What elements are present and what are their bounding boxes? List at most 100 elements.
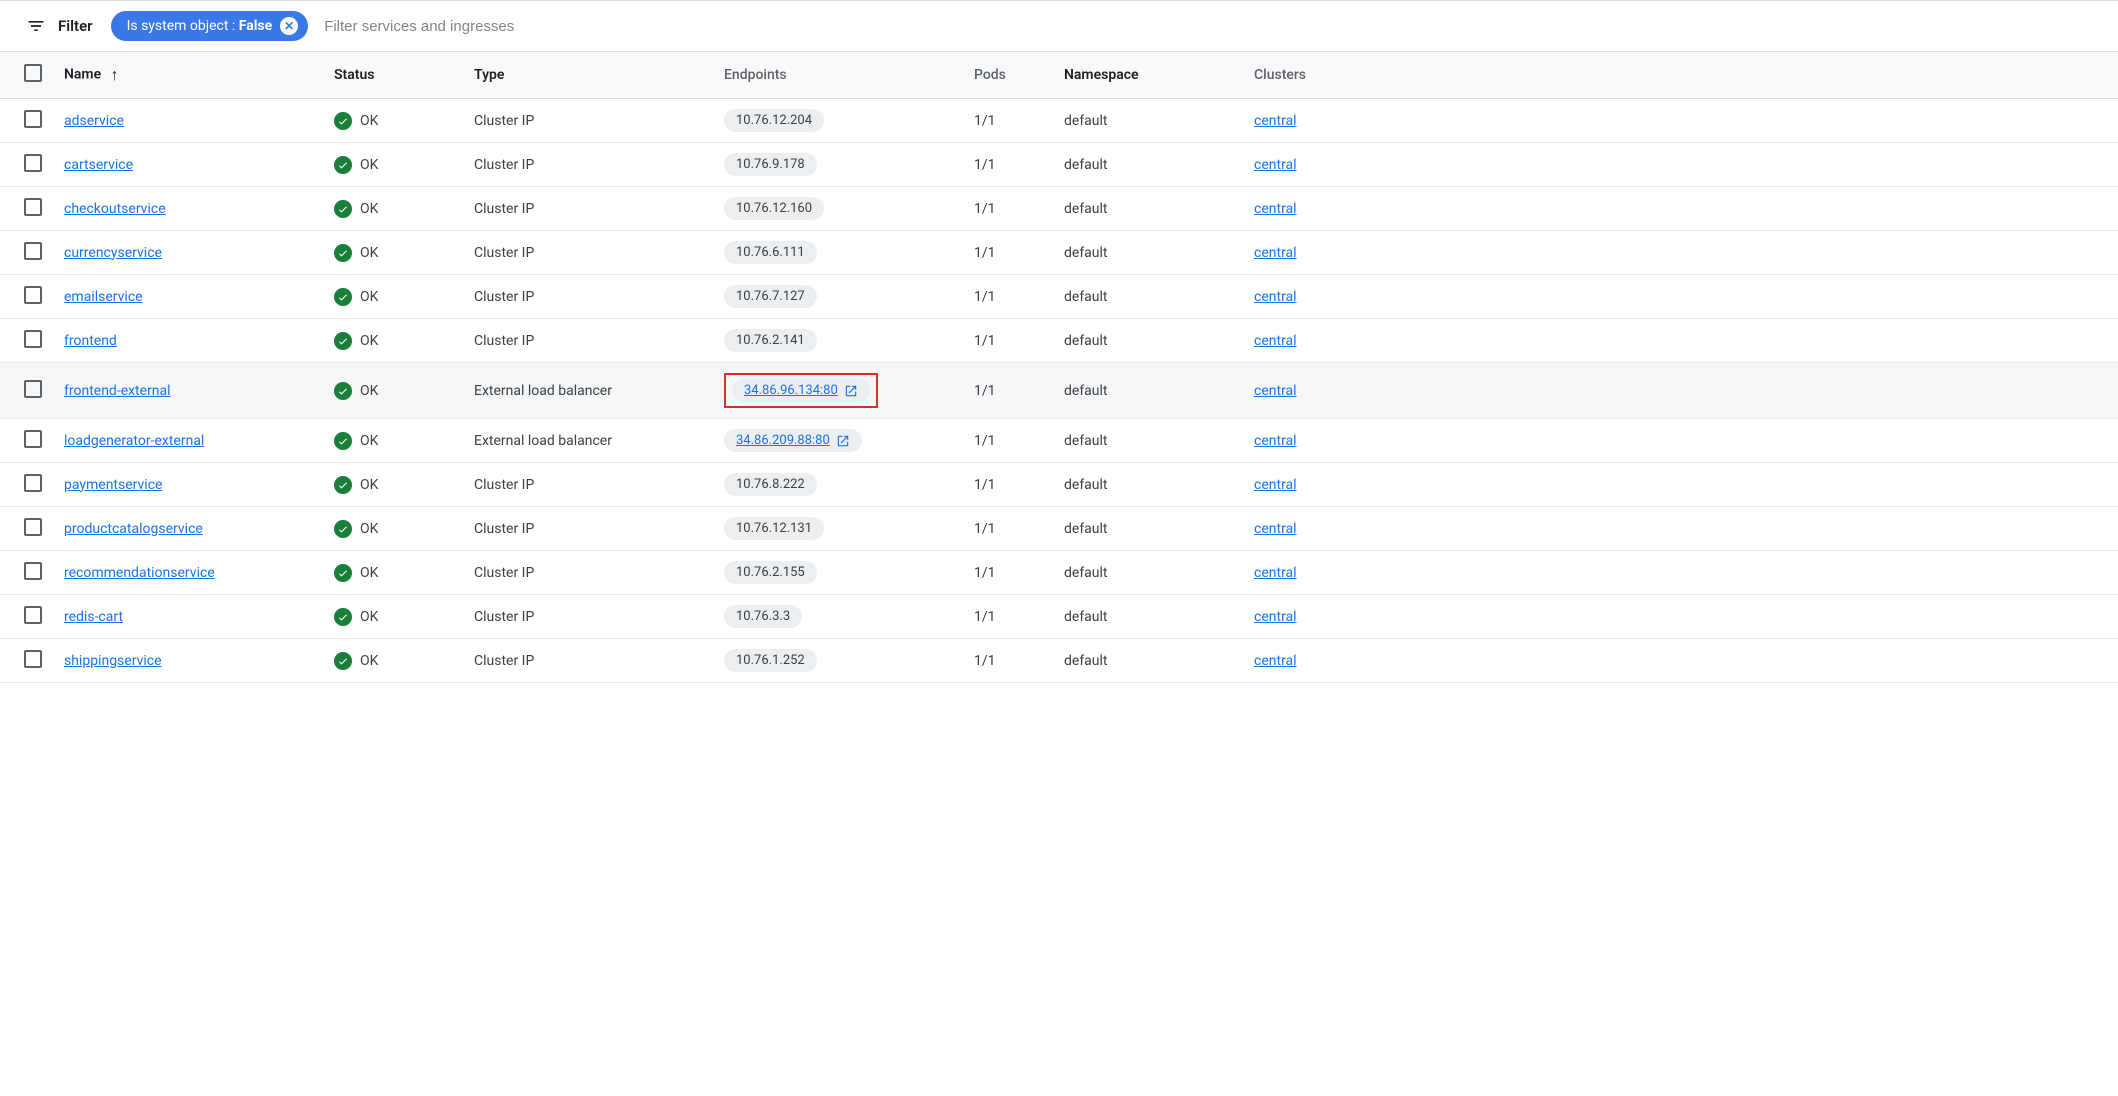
endpoint-pill: 10.76.12.160 [724,197,824,220]
column-header-endpoints[interactable]: Endpoints [714,52,964,99]
service-name-link[interactable]: currencyservice [64,245,162,261]
cluster-link[interactable]: central [1254,653,1297,669]
pods-count: 1/1 [964,99,1054,143]
service-name-link[interactable]: frontend-external [64,383,171,399]
check-circle-icon [334,112,352,130]
service-type: Cluster IP [464,319,714,363]
table-row: recommendationserviceOKCluster IP10.76.2… [0,551,2118,595]
namespace: default [1054,595,1244,639]
row-checkbox[interactable] [24,330,42,348]
cluster-link[interactable]: central [1254,521,1297,537]
service-name-link[interactable]: loadgenerator-external [64,433,204,449]
cluster-link[interactable]: central [1254,289,1297,305]
close-icon[interactable]: ✕ [280,17,298,35]
pods-count: 1/1 [964,319,1054,363]
cluster-link[interactable]: central [1254,477,1297,493]
table-row: emailserviceOKCluster IP10.76.7.1271/1de… [0,275,2118,319]
row-checkbox[interactable] [24,650,42,668]
pods-count: 1/1 [964,507,1054,551]
service-name-link[interactable]: recommendationservice [64,565,215,581]
status-badge: OK [334,382,454,400]
pods-count: 1/1 [964,363,1054,419]
cluster-link[interactable]: central [1254,157,1297,173]
cluster-link[interactable]: central [1254,609,1297,625]
table-row: paymentserviceOKCluster IP10.76.8.2221/1… [0,463,2118,507]
service-type: Cluster IP [464,463,714,507]
external-link-icon [844,384,858,398]
row-checkbox[interactable] [24,562,42,580]
select-all-checkbox[interactable] [24,64,42,82]
column-header-clusters[interactable]: Clusters [1244,52,2118,99]
check-circle-icon [334,476,352,494]
row-checkbox[interactable] [24,518,42,536]
service-name-link[interactable]: paymentservice [64,477,162,493]
row-checkbox[interactable] [24,474,42,492]
cluster-link[interactable]: central [1254,333,1297,349]
endpoint-pill: 10.76.9.178 [724,153,817,176]
check-circle-icon [334,520,352,538]
cluster-link[interactable]: central [1254,245,1297,261]
check-circle-icon [334,564,352,582]
column-header-name[interactable]: Name ↑ [54,52,324,99]
service-type: Cluster IP [464,551,714,595]
cluster-link[interactable]: central [1254,433,1297,449]
table-row: redis-cartOKCluster IP10.76.3.31/1defaul… [0,595,2118,639]
check-circle-icon [334,156,352,174]
service-name-link[interactable]: checkoutservice [64,201,166,217]
table-row: cartserviceOKCluster IP10.76.9.1781/1def… [0,143,2118,187]
endpoint-link-pill[interactable]: 34.86.209.88:80 [724,429,862,452]
row-checkbox[interactable] [24,606,42,624]
column-header-pods[interactable]: Pods [964,52,1054,99]
namespace: default [1054,231,1244,275]
status-badge: OK [334,332,454,350]
service-name-link[interactable]: emailservice [64,289,143,305]
status-badge: OK [334,652,454,670]
status-badge: OK [334,156,454,174]
service-name-link[interactable]: frontend [64,333,117,349]
namespace: default [1054,551,1244,595]
check-circle-icon [334,244,352,262]
row-checkbox[interactable] [24,430,42,448]
status-badge: OK [334,288,454,306]
column-header-type[interactable]: Type [464,52,714,99]
row-checkbox[interactable] [24,154,42,172]
service-type: Cluster IP [464,99,714,143]
pods-count: 1/1 [964,419,1054,463]
service-type: External load balancer [464,363,714,419]
cluster-link[interactable]: central [1254,201,1297,217]
check-circle-icon [334,332,352,350]
namespace: default [1054,275,1244,319]
check-circle-icon [334,200,352,218]
filter-chip-value: False [239,18,272,34]
status-badge: OK [334,564,454,582]
filter-label: Filter [58,17,93,35]
filter-chip-key: Is system object [127,18,229,34]
service-name-link[interactable]: cartservice [64,157,133,173]
row-checkbox[interactable] [24,198,42,216]
filter-input[interactable] [320,12,2098,41]
column-header-status[interactable]: Status [324,52,464,99]
service-name-link[interactable]: shippingservice [64,653,162,669]
pods-count: 1/1 [964,143,1054,187]
service-name-link[interactable]: adservice [64,113,124,129]
filter-chip[interactable]: Is system object : False ✕ [111,11,309,41]
row-checkbox[interactable] [24,110,42,128]
row-checkbox[interactable] [24,242,42,260]
service-type: Cluster IP [464,507,714,551]
row-checkbox[interactable] [24,286,42,304]
filter-icon [26,16,46,36]
cluster-link[interactable]: central [1254,565,1297,581]
row-checkbox[interactable] [24,380,42,398]
table-row: checkoutserviceOKCluster IP10.76.12.1601… [0,187,2118,231]
check-circle-icon [334,432,352,450]
status-badge: OK [334,520,454,538]
check-circle-icon [334,288,352,306]
service-name-link[interactable]: productcatalogservice [64,521,203,537]
service-name-link[interactable]: redis-cart [64,609,123,625]
endpoint-link-pill[interactable]: 34.86.96.134:80 [732,379,870,402]
cluster-link[interactable]: central [1254,383,1297,399]
column-header-namespace[interactable]: Namespace [1054,52,1244,99]
endpoint-pill: 10.76.2.141 [724,329,817,352]
cluster-link[interactable]: central [1254,113,1297,129]
service-type: Cluster IP [464,187,714,231]
